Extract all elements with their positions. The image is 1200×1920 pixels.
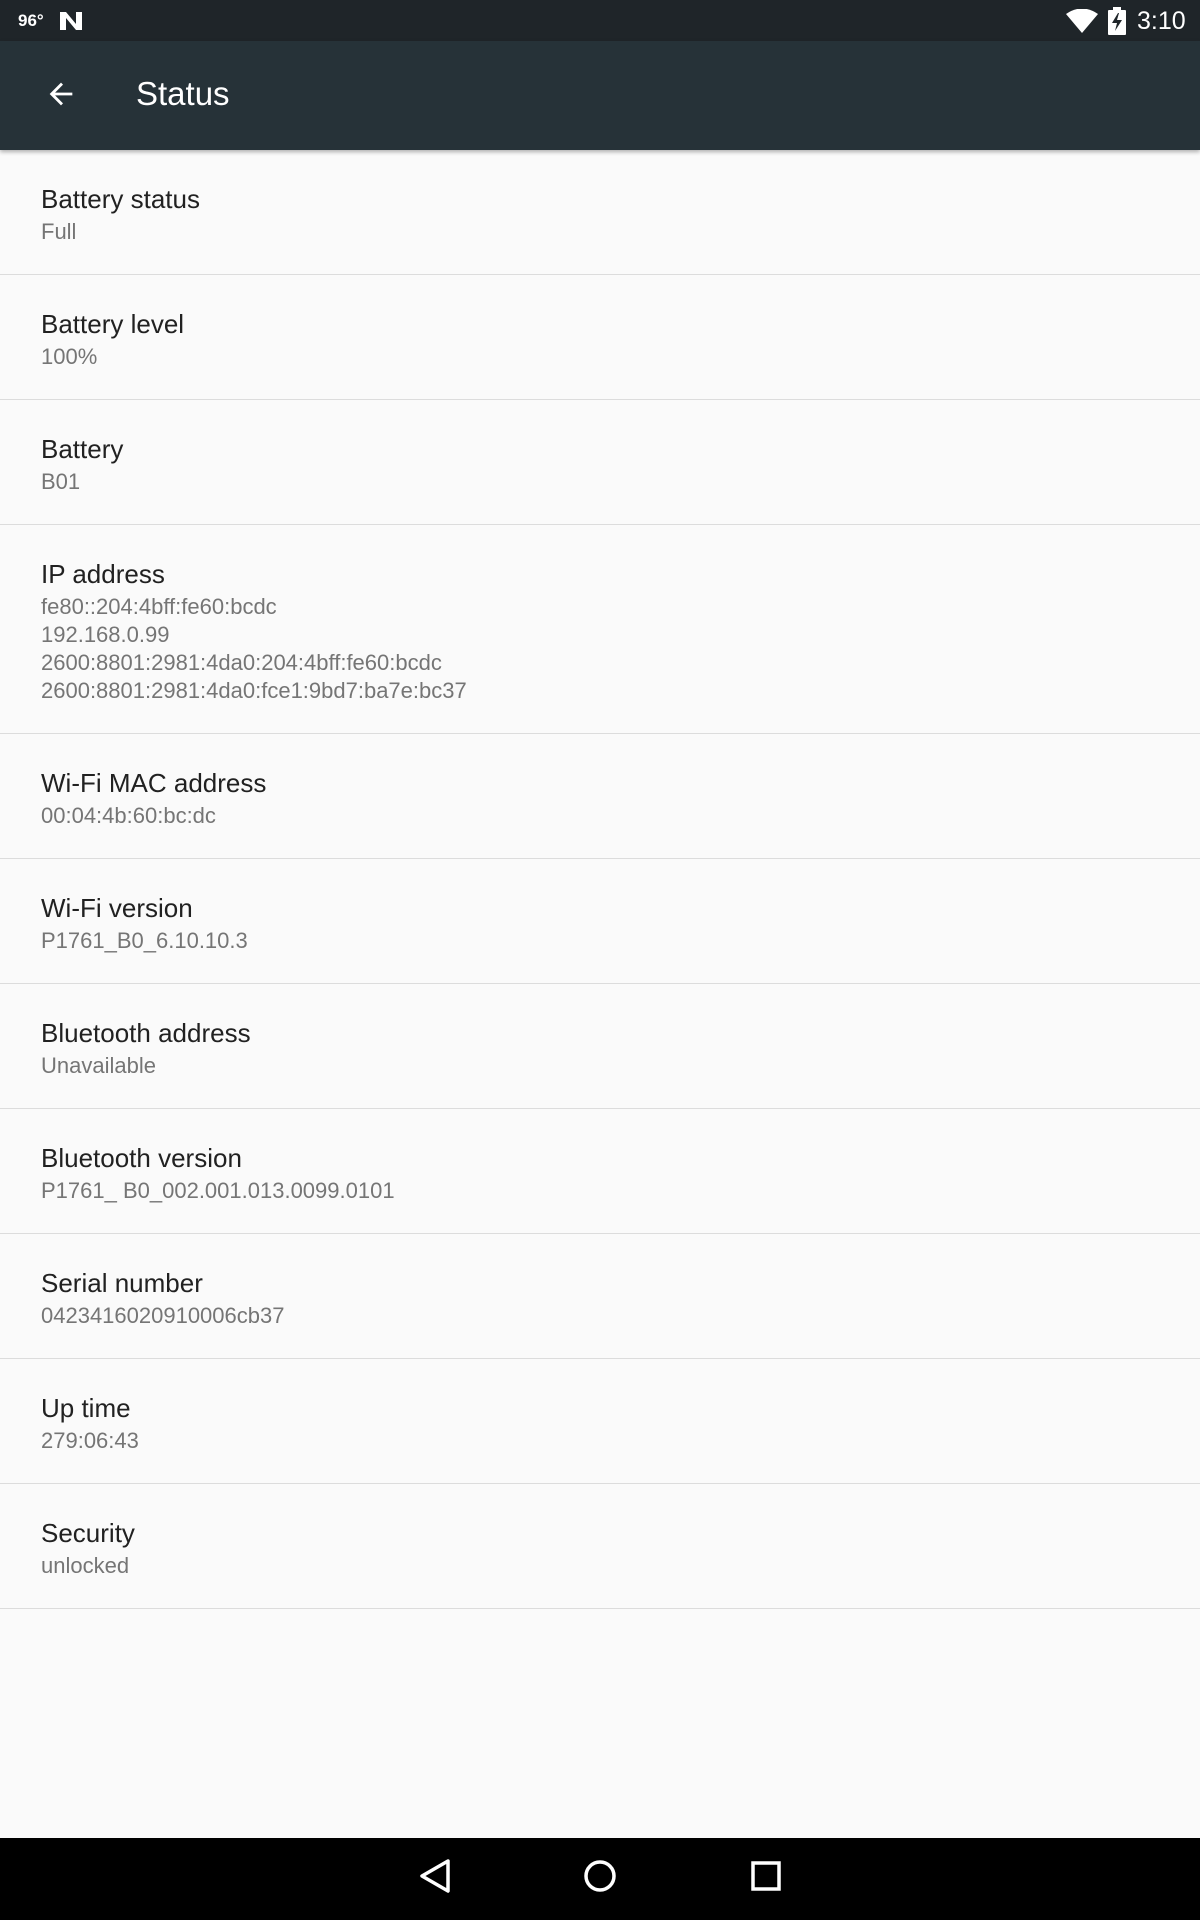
item-value: 100% bbox=[41, 344, 98, 369]
list-item-ip-address[interactable]: IP address fe80::204:4bff:fe60:bcdc 192.… bbox=[0, 525, 1200, 734]
item-label: Up time bbox=[41, 1393, 131, 1423]
item-label: Bluetooth address bbox=[41, 1018, 251, 1048]
home-circle-icon[interactable] bbox=[582, 1857, 618, 1900]
status-list: Battery status Full Battery level 100% B… bbox=[0, 150, 1200, 1609]
list-item-security[interactable]: Security unlocked bbox=[0, 1484, 1200, 1609]
list-item-battery[interactable]: Battery B01 bbox=[0, 400, 1200, 525]
wifi-icon bbox=[1066, 8, 1098, 38]
item-value: 0423416020910006cb37 bbox=[41, 1303, 285, 1328]
item-value: unlocked bbox=[41, 1553, 130, 1578]
clock-text: 3:10 bbox=[1137, 7, 1186, 35]
list-item-wifi-version[interactable]: Wi-Fi version P1761_B0_6.10.10.3 bbox=[0, 859, 1200, 984]
item-label: Bluetooth version bbox=[41, 1143, 242, 1173]
item-value: Full bbox=[41, 219, 77, 244]
page-title: Status bbox=[136, 75, 230, 112]
list-item-bluetooth-version[interactable]: Bluetooth version P1761_ B0_002.001.013.… bbox=[0, 1109, 1200, 1234]
n-notification-icon bbox=[58, 10, 84, 37]
status-bar: 96° 3:10 bbox=[0, 0, 1200, 41]
temperature-text: 96° bbox=[18, 11, 44, 30]
list-item-bluetooth-address[interactable]: Bluetooth address Unavailable bbox=[0, 984, 1200, 1109]
item-label: Wi-Fi MAC address bbox=[41, 768, 267, 798]
item-value: P1761_ B0_002.001.013.0099.0101 bbox=[41, 1178, 395, 1203]
item-label: Battery level bbox=[41, 309, 185, 339]
list-item-wifi-mac-address[interactable]: Wi-Fi MAC address 00:04:4b:60:bc:dc bbox=[0, 734, 1200, 859]
item-value: B01 bbox=[41, 469, 81, 494]
recents-square-icon[interactable] bbox=[748, 1857, 784, 1900]
item-value: Unavailable bbox=[41, 1053, 156, 1078]
back-triangle-icon[interactable] bbox=[417, 1857, 453, 1900]
item-value: 00:04:4b:60:bc:dc bbox=[41, 803, 216, 828]
item-value: fe80::204:4bff:fe60:bcdc 192.168.0.99 26… bbox=[41, 594, 467, 703]
item-label: IP address bbox=[41, 559, 165, 589]
app-bar: Status bbox=[0, 41, 1200, 150]
item-label: Wi-Fi version bbox=[41, 893, 193, 923]
battery-charging-icon bbox=[1108, 7, 1126, 40]
list-item-serial-number[interactable]: Serial number 0423416020910006cb37 bbox=[0, 1234, 1200, 1359]
item-label: Battery bbox=[41, 434, 124, 464]
item-label: Security bbox=[41, 1518, 135, 1548]
item-value: 279:06:43 bbox=[41, 1428, 139, 1453]
list-item-battery-level[interactable]: Battery level 100% bbox=[0, 275, 1200, 400]
item-value: P1761_B0_6.10.10.3 bbox=[41, 928, 248, 953]
arrow-back-icon[interactable] bbox=[44, 77, 78, 116]
item-label: Battery status bbox=[41, 184, 200, 214]
navigation-bar bbox=[0, 1838, 1200, 1920]
list-item-battery-status[interactable]: Battery status Full bbox=[0, 150, 1200, 275]
item-label: Serial number bbox=[41, 1268, 203, 1298]
list-item-up-time[interactable]: Up time 279:06:43 bbox=[0, 1359, 1200, 1484]
